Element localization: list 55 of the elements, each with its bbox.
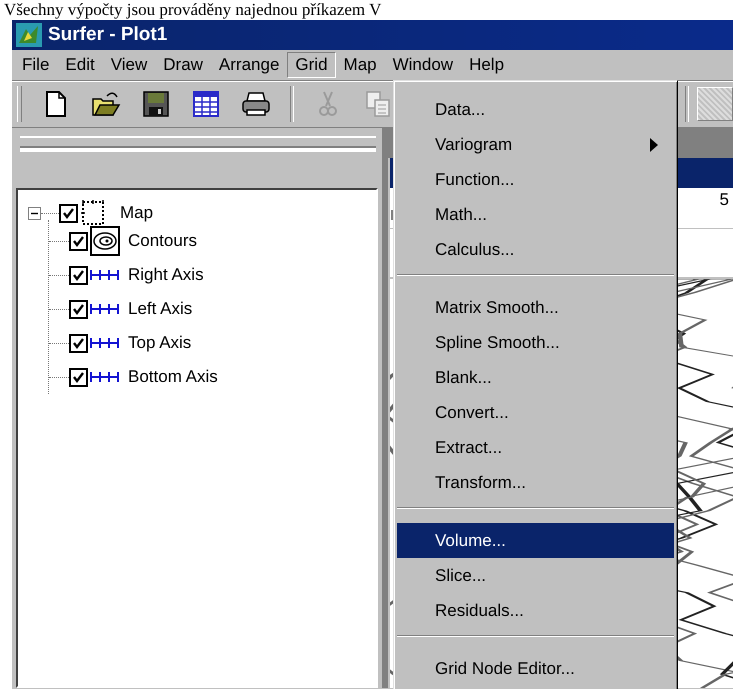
checkmark-icon bbox=[72, 370, 85, 384]
menu-item[interactable]: Variogram bbox=[397, 127, 674, 162]
checkbox[interactable] bbox=[69, 232, 88, 250]
tree-item[interactable]: Contours bbox=[128, 231, 197, 251]
axis-icon bbox=[90, 337, 120, 349]
checkbox[interactable] bbox=[69, 266, 88, 284]
menu-item[interactable]: Blank... bbox=[397, 360, 674, 395]
worksheet-button[interactable] bbox=[190, 88, 222, 120]
menu-item[interactable]: View bbox=[102, 52, 156, 78]
menu-item[interactable]: Function... bbox=[397, 162, 674, 197]
tree-item[interactable]: Left Axis bbox=[128, 299, 192, 319]
collapse-toggle[interactable] bbox=[28, 206, 41, 220]
menu-item[interactable]: Calculus... bbox=[397, 232, 674, 267]
menu-item[interactable]: Map bbox=[336, 52, 385, 78]
menu-item[interactable]: Spline Smooth... bbox=[397, 325, 674, 360]
app-icon bbox=[16, 23, 42, 47]
menu-item[interactable]: Grid Node Editor... bbox=[397, 651, 674, 686]
menu-item[interactable]: Convert... bbox=[397, 395, 674, 430]
tree-item[interactable]: Map bbox=[120, 203, 154, 223]
axis-icon bbox=[90, 303, 120, 315]
menu-item[interactable]: Help bbox=[461, 52, 512, 78]
window-title: Surfer - Plot1 bbox=[48, 24, 168, 46]
checkbox[interactable] bbox=[69, 368, 88, 386]
contours-icon bbox=[90, 226, 120, 256]
axis-icon bbox=[90, 371, 120, 383]
tree-item[interactable]: Right Axis bbox=[128, 265, 204, 285]
menu-item[interactable]: Draw bbox=[155, 52, 211, 78]
menu-item[interactable]: Math... bbox=[397, 197, 674, 232]
menu-item[interactable]: Window bbox=[384, 52, 462, 78]
toolbar-button[interactable] bbox=[697, 87, 733, 121]
checkmark-icon bbox=[72, 302, 85, 316]
menu-item[interactable]: Slice... bbox=[397, 558, 674, 593]
tree-item[interactable]: Top Axis bbox=[128, 333, 192, 353]
menu-item[interactable]: Extract... bbox=[397, 430, 674, 465]
menu-item[interactable]: Data... bbox=[397, 92, 674, 127]
checkmark-icon bbox=[72, 268, 85, 282]
menu-item[interactable]: File bbox=[14, 52, 58, 78]
worksheet-icon bbox=[191, 89, 221, 119]
menu-item[interactable]: Grid bbox=[287, 52, 336, 78]
axis-icon bbox=[90, 269, 120, 281]
checkbox[interactable] bbox=[59, 204, 78, 222]
caption-text: Všechny výpočty jsou prováděny najednou příkazem V bbox=[3, 0, 382, 20]
checkbox[interactable] bbox=[69, 300, 88, 318]
menu-item[interactable]: Residuals... bbox=[397, 593, 674, 628]
menu-item[interactable]: Edit bbox=[57, 52, 103, 78]
menu-item[interactable]: Matrix Smooth... bbox=[397, 290, 674, 325]
checkmark-icon bbox=[62, 206, 75, 220]
menu-item[interactable]: Transform... bbox=[397, 465, 674, 500]
checkmark-icon bbox=[72, 234, 85, 248]
checkbox[interactable] bbox=[69, 334, 88, 352]
menu-item[interactable]: Arrange bbox=[210, 52, 288, 78]
menu-item[interactable]: Volume... bbox=[397, 523, 674, 558]
checkmark-icon bbox=[72, 336, 85, 350]
tree-item[interactable]: Bottom Axis bbox=[128, 367, 218, 387]
map-frame-icon bbox=[80, 199, 106, 227]
